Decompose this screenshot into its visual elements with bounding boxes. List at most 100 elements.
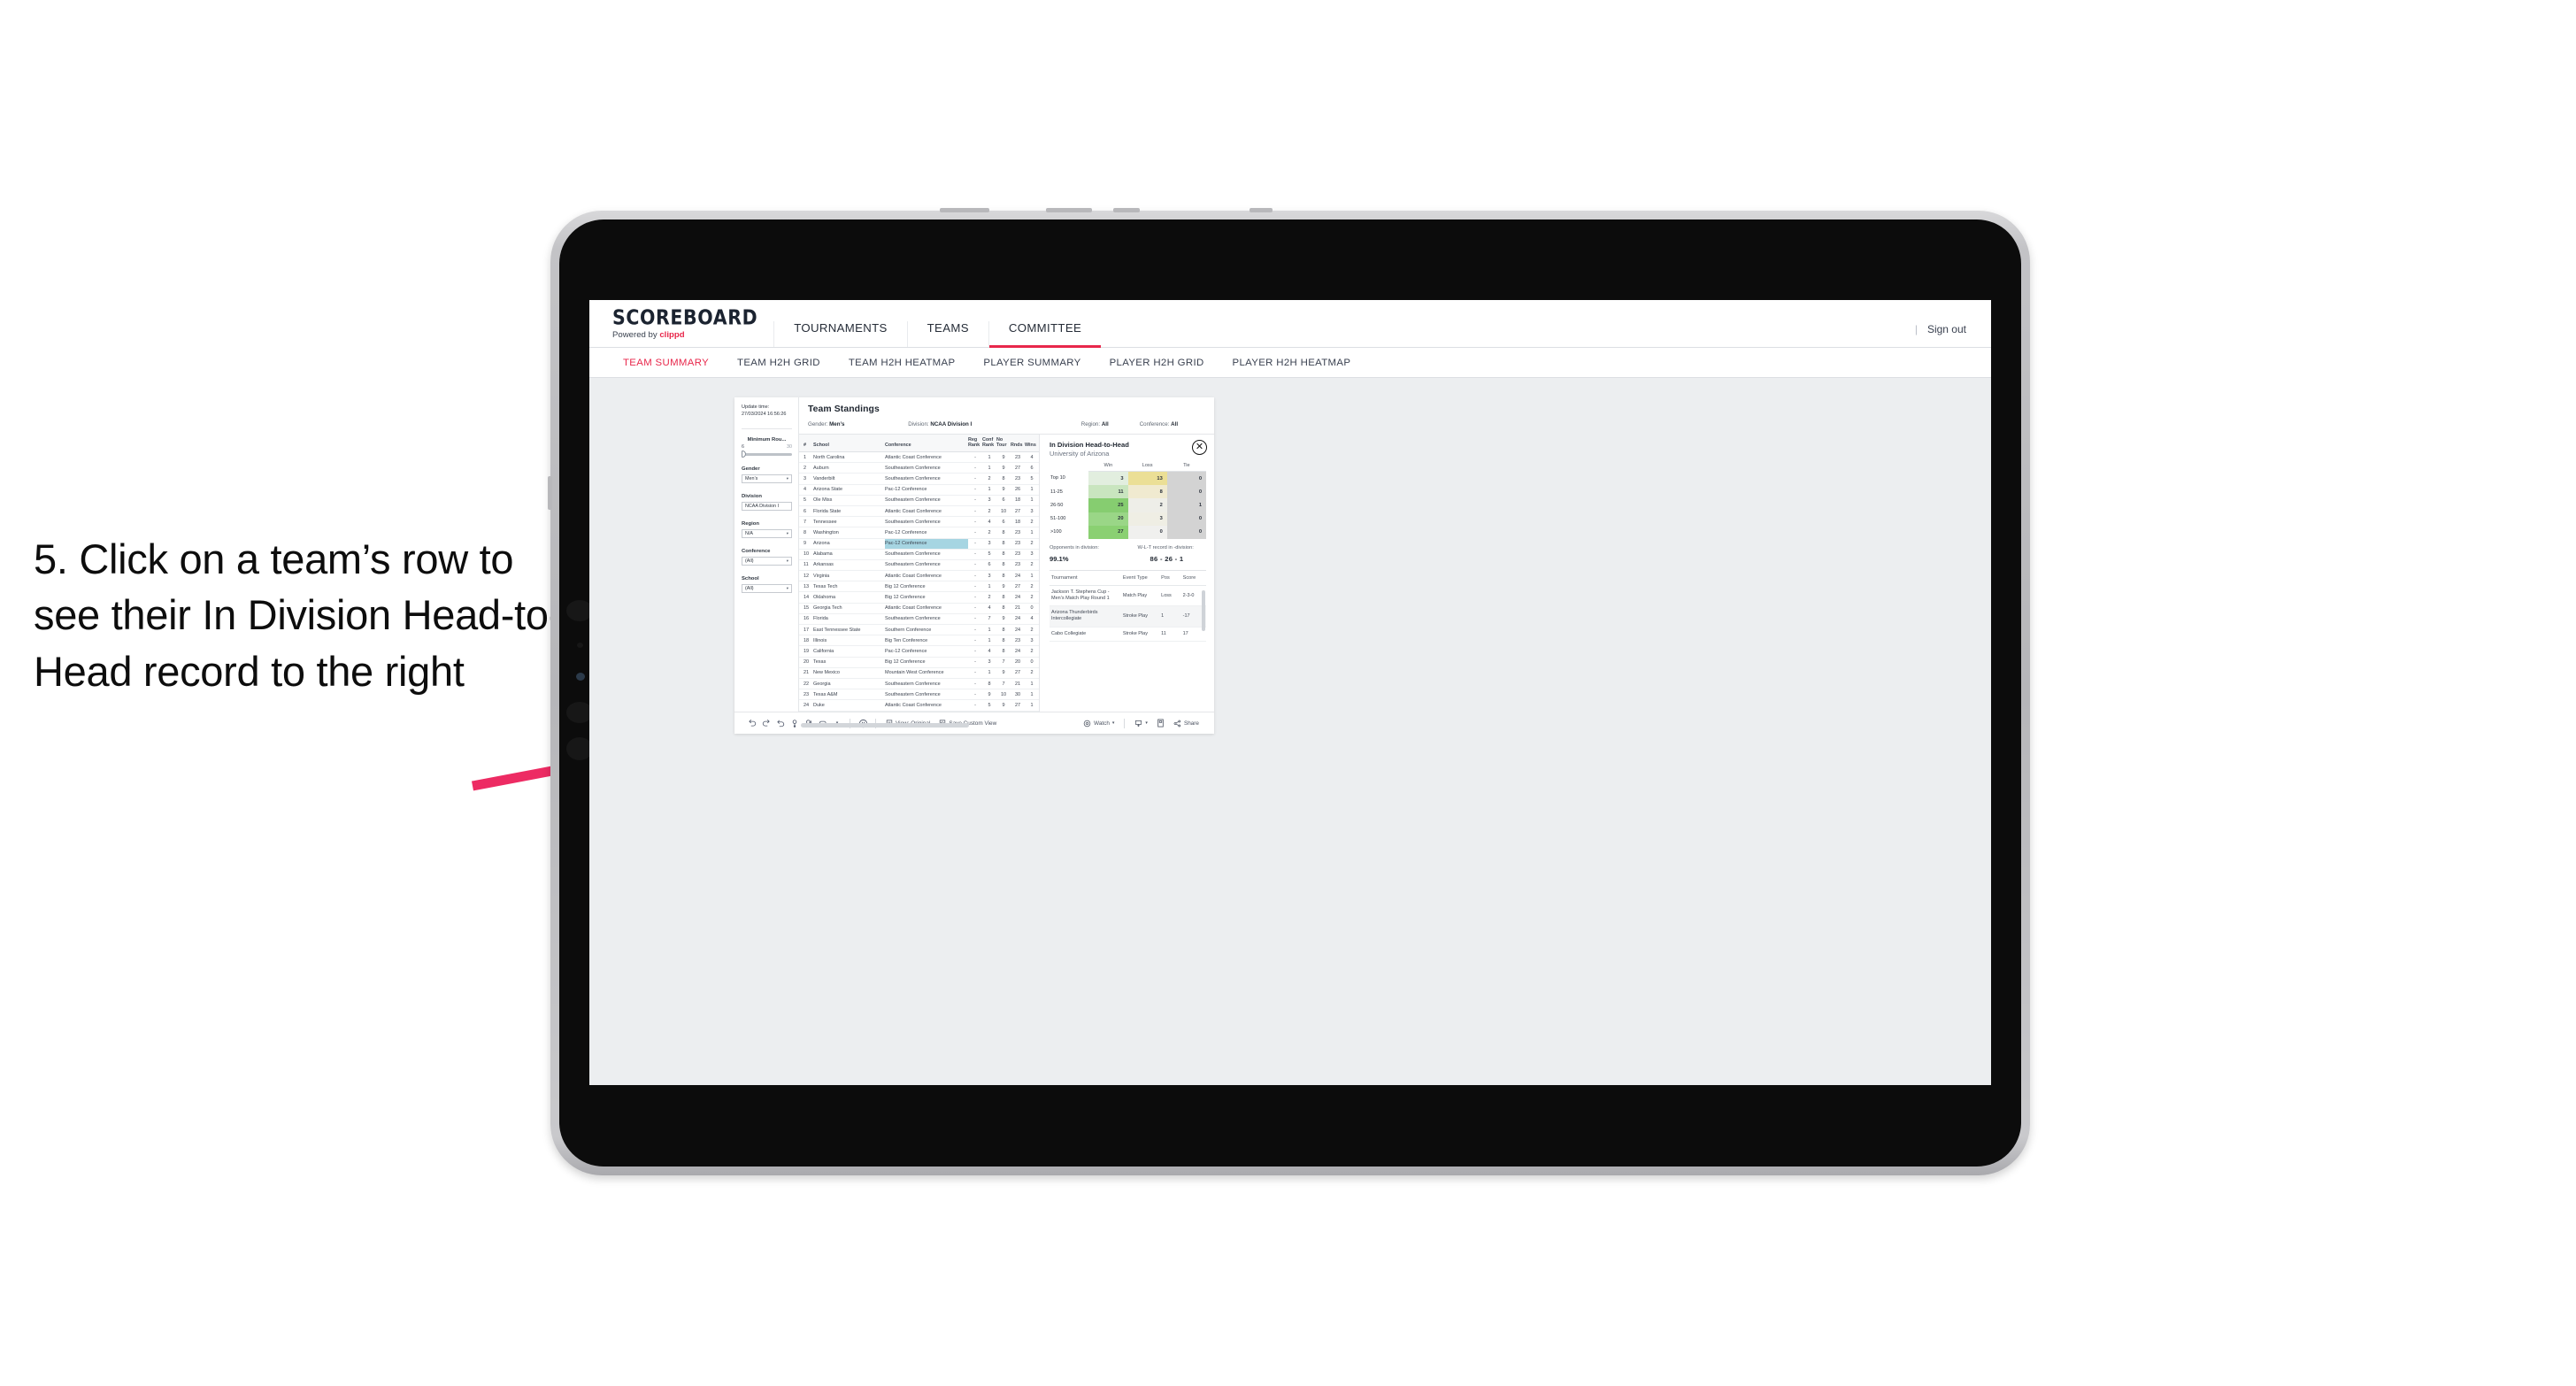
table-row[interactable]: 19 California Pac-12 Conference -4 8 24 2 xyxy=(799,645,1039,658)
list-item[interactable]: Arizona Thunderbirds Intercollegiate Stro… xyxy=(1050,605,1206,628)
col-no-tour[interactable]: No Tour xyxy=(996,435,1011,452)
wins-cell: 2 xyxy=(1025,538,1039,550)
table-row[interactable]: 23 Texas A&M Southeastern Conference -9 10 30… xyxy=(799,689,1039,701)
h2h-cell[interactable]: 2 xyxy=(1127,498,1167,512)
filter-value-school: (All) xyxy=(745,585,754,591)
table-row[interactable]: 17 East Tennessee State Southern Conferenc… xyxy=(799,624,1039,636)
h2h-cell[interactable]: 3 xyxy=(1127,512,1167,526)
filter-select-division[interactable]: NCAA Division I xyxy=(742,501,792,511)
h2h-cell[interactable]: 1 xyxy=(1166,498,1206,512)
table-row[interactable]: 13 Texas Tech Big 12 Conference -1 9 27 2 xyxy=(799,581,1039,593)
table-row[interactable]: 14 Oklahoma Big 12 Conference -2 8 24 2 xyxy=(799,591,1039,604)
table-row[interactable]: 20 Texas Big 12 Conference -3 7 20 0 xyxy=(799,657,1039,668)
table-row[interactable]: 24 Duke Atlantic Coast Conference -5 9 27 1 xyxy=(799,699,1039,712)
wins-cell: 3 xyxy=(1025,505,1039,518)
table-header-row: # School Conference Reg Rank Conf Rank N… xyxy=(799,435,1039,452)
table-row[interactable]: 1 North Carolina Atlantic Coast Conference… xyxy=(799,451,1039,464)
table-row[interactable]: 4 Arizona State Pac-12 Conference -1 9 26 1 xyxy=(799,484,1039,496)
h2h-cell[interactable]: 0 xyxy=(1127,525,1167,539)
table-row[interactable]: 12 Virginia Atlantic Coast Conference -3 8 24… xyxy=(799,570,1039,582)
close-icon[interactable]: ✕ xyxy=(1192,440,1207,455)
undo-icon[interactable] xyxy=(745,716,759,731)
download-button[interactable]: ▾ xyxy=(1130,720,1152,728)
filter-select-gender[interactable]: Men’s ▾ xyxy=(742,474,792,483)
tab-team-h2h-heatmap[interactable]: TEAM H2H HEATMAP xyxy=(834,358,970,368)
no-tour-cell: 6 xyxy=(996,516,1011,528)
rnds-cell: 27 xyxy=(1011,699,1025,712)
h2h-cell[interactable]: 0 xyxy=(1166,512,1206,526)
col-wins[interactable]: Wins xyxy=(1025,435,1039,452)
table-row[interactable]: 2 Auburn Southeastern Conference -1 9 27 6 xyxy=(799,462,1039,474)
h2h-cell[interactable]: 0 xyxy=(1166,525,1206,539)
h2h-cell[interactable]: 13 xyxy=(1127,471,1167,486)
h2h-row-label: 11-25 xyxy=(1050,489,1063,495)
tableau-viz-container: Update time: 27/03/2024 16:56:26 Minimum… xyxy=(734,397,1214,734)
table-row[interactable]: 22 Georgia Southeastern Conference -8 7 21 1 xyxy=(799,678,1039,690)
filter-select-conference[interactable]: (All) ▾ xyxy=(742,556,792,566)
detail-vertical-scrollbar[interactable] xyxy=(1202,589,1205,631)
tab-player-h2h-grid[interactable]: PLAYER H2H GRID xyxy=(1096,358,1219,368)
share-button[interactable]: Share xyxy=(1169,720,1203,728)
table-row[interactable]: 10 Alabama Southeastern Conference -5 8 23 3 xyxy=(799,549,1039,560)
filter-select-school[interactable]: (All) ▾ xyxy=(742,583,792,593)
h2h-cell[interactable]: 0 xyxy=(1166,485,1206,499)
fullscreen-button[interactable] xyxy=(1152,719,1169,728)
h2h-cell[interactable]: 0 xyxy=(1166,471,1206,486)
no-tour-cell: 8 xyxy=(996,645,1011,658)
no-tour-cell: 8 xyxy=(996,549,1011,560)
rank-cell: 18 xyxy=(799,635,813,647)
table-row[interactable]: 3 Vanderbilt Southeastern Conference -2 8 23 5 xyxy=(799,473,1039,485)
h2h-cell[interactable]: 3 xyxy=(1088,471,1128,486)
reg-rank-cell: - xyxy=(968,527,982,539)
tab-team-summary[interactable]: TEAM SUMMARY xyxy=(609,358,723,368)
rnds-cell: 21 xyxy=(1011,678,1025,690)
table-row[interactable]: 16 Florida Southeastern Conference -7 9 24 4 xyxy=(799,613,1039,626)
brand-logo[interactable]: SCOREBOARD Powered by clippd xyxy=(589,307,773,347)
table-row[interactable]: 18 Illinois Big Ten Conference -1 8 23 3 xyxy=(799,635,1039,647)
list-item[interactable]: Cabo Collegiate Stroke Play 11 17 xyxy=(1050,627,1206,642)
refresh-icon[interactable] xyxy=(788,716,802,731)
table-row[interactable]: 15 Georgia Tech Atlantic Coast Conference -… xyxy=(799,603,1039,614)
col-reg-rank[interactable]: Reg Rank xyxy=(968,435,982,452)
h2h-cell[interactable]: 25 xyxy=(1088,498,1128,512)
topnav-item-tournaments[interactable]: TOURNAMENTS xyxy=(773,321,906,347)
school-cell: Florida State xyxy=(813,505,885,518)
table-row[interactable]: 7 Tennessee Southeastern Conference -4 6 18 2 xyxy=(799,516,1039,528)
h2h-cell[interactable]: 8 xyxy=(1127,485,1167,499)
list-item[interactable]: Jackson T. Stephens Cup - Men’s Match Pl… xyxy=(1050,585,1206,607)
h2h-col-loss: Loss xyxy=(1127,463,1167,472)
topnav-item-committee[interactable]: COMMITTEE xyxy=(988,321,1102,348)
table-row[interactable]: 5 Ole Miss Southeastern Conference -3 6 18 1 xyxy=(799,495,1039,506)
col-school[interactable]: School xyxy=(813,435,885,452)
col-rnds[interactable]: Rnds xyxy=(1011,435,1025,452)
tournament-name: Arizona Thunderbirds Intercollegiate xyxy=(1050,605,1123,628)
conf-rank-cell: 2 xyxy=(982,591,996,604)
tab-player-summary[interactable]: PLAYER SUMMARY xyxy=(969,358,1095,368)
signout-link[interactable]: Sign out xyxy=(1927,323,1966,335)
topnav-item-teams[interactable]: TEAMS xyxy=(906,321,988,347)
conf-rank-cell: 5 xyxy=(982,699,996,712)
watch-button[interactable]: Watch ▾ xyxy=(1079,720,1119,728)
conf-rank-cell: 2 xyxy=(982,527,996,539)
tab-player-h2h-heatmap[interactable]: PLAYER H2H HEATMAP xyxy=(1219,358,1365,368)
revert-icon[interactable] xyxy=(773,716,788,731)
tab-team-h2h-grid[interactable]: TEAM H2H GRID xyxy=(723,358,834,368)
reg-rank-cell: - xyxy=(968,689,982,701)
table-row[interactable]: 11 Arkansas Southeastern Conference -6 8 23 2 xyxy=(799,559,1039,572)
h2h-cell[interactable]: 11 xyxy=(1088,485,1128,499)
filter-value-division: NCAA Division I xyxy=(745,503,780,509)
reg-rank-cell: - xyxy=(968,667,982,679)
h2h-cell[interactable]: 27 xyxy=(1088,525,1128,539)
table-row[interactable]: 8 Washington Pac-12 Conference -2 8 23 1 xyxy=(799,527,1039,539)
redo-icon[interactable] xyxy=(759,716,773,731)
rnds-cell: 24 xyxy=(1011,645,1025,658)
table-row[interactable]: 6 Florida State Atlantic Coast Conference -… xyxy=(799,505,1039,518)
h2h-cell[interactable]: 20 xyxy=(1088,512,1128,526)
slider-track[interactable] xyxy=(742,450,792,458)
table-row[interactable]: 21 New Mexico Mountain West Conference -1 9 2… xyxy=(799,667,1039,679)
filter-select-region[interactable]: N/A ▾ xyxy=(742,528,792,538)
col-conference[interactable]: Conference xyxy=(885,435,968,452)
col-conf-rank[interactable]: Conf Rank xyxy=(982,435,996,452)
col-rank[interactable]: # xyxy=(799,435,813,452)
table-row[interactable]: 9 Arizona Pac-12 Conference -3 8 23 2 xyxy=(799,538,1039,550)
